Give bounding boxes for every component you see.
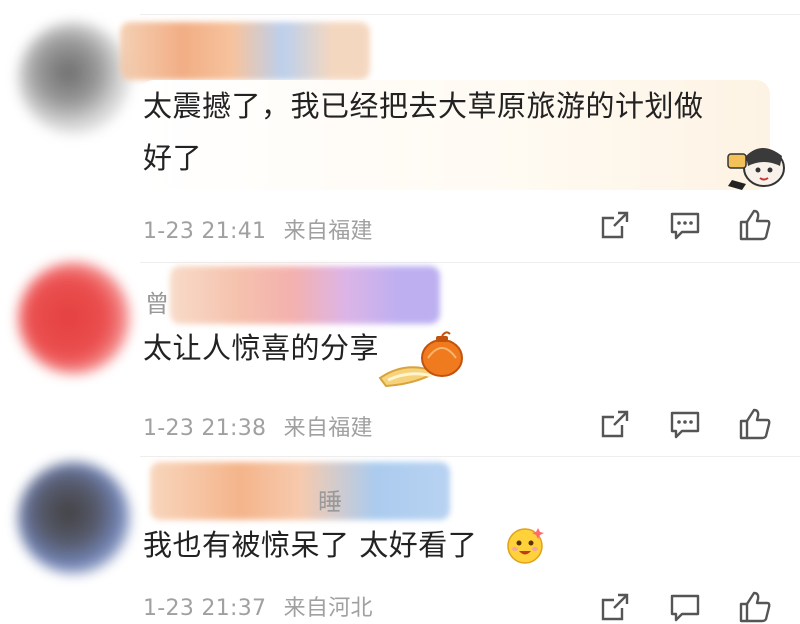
- comment-time: 1-23 21:38: [143, 416, 267, 441]
- thumbs-up-icon[interactable]: [738, 208, 772, 242]
- comment-location: 来自福建: [283, 219, 373, 244]
- username-redacted[interactable]: [170, 266, 440, 324]
- comment-actions: [598, 407, 773, 441]
- chibi-sticker-icon: [727, 148, 785, 190]
- avatar[interactable]: [18, 262, 130, 374]
- top-divider: [140, 14, 800, 15]
- comment-meta: 1-23 21:38 来自福建: [143, 410, 383, 442]
- comment-icon[interactable]: [668, 407, 702, 441]
- thumbs-up-icon[interactable]: [738, 407, 772, 441]
- smile-emoji-icon: [507, 528, 544, 564]
- avatar[interactable]: [18, 462, 130, 574]
- username-visible-char: 睡: [318, 488, 343, 516]
- comment-text-line: 好了: [143, 141, 203, 175]
- share-icon[interactable]: [598, 407, 632, 441]
- comment-text: 太震撼了，我已经把去大草原旅游的计划做 好了: [143, 80, 704, 184]
- share-icon[interactable]: [598, 590, 632, 624]
- comment-divider: [140, 262, 800, 263]
- avatar[interactable]: [18, 22, 130, 134]
- share-icon[interactable]: [598, 208, 632, 242]
- comment-time: 1-23 21:41: [143, 219, 267, 244]
- username-visible-char: 曾: [145, 290, 170, 318]
- comment-text-line: 太震撼了，我已经把去大草原旅游的计划做: [143, 89, 704, 123]
- comment-meta: 1-23 21:37 来自河北: [143, 590, 383, 622]
- comment-icon[interactable]: [668, 590, 702, 624]
- comment-actions: [598, 208, 773, 242]
- comment-actions: [598, 590, 773, 624]
- lantern-sticker-icon: [378, 331, 463, 388]
- username-redacted[interactable]: [150, 462, 450, 520]
- thumbs-up-icon[interactable]: [738, 590, 772, 624]
- comment-location: 来自福建: [283, 416, 373, 441]
- username-redacted[interactable]: [120, 22, 370, 80]
- comment-icon[interactable]: [668, 208, 702, 242]
- comment-text-line: 我也有被惊呆了 太好看了: [143, 528, 478, 562]
- comment-text-line: 太让人惊喜的分享: [143, 331, 380, 365]
- comment-text: 太让人惊喜的分享: [143, 322, 379, 374]
- comment-text: 我也有被惊呆了 太好看了: [143, 519, 477, 571]
- comment-meta: 1-23 21:41 来自福建: [143, 213, 383, 245]
- comment-divider: [140, 456, 800, 457]
